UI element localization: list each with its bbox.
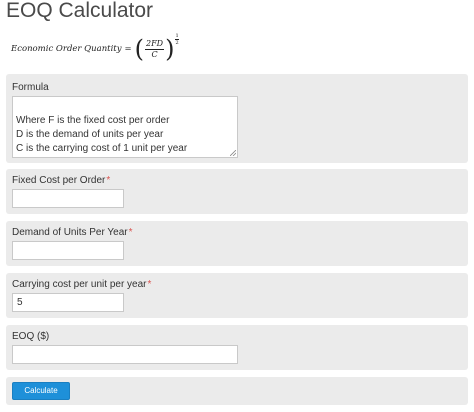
formula-fraction: 2FD C xyxy=(145,38,165,60)
demand-input[interactable] xyxy=(12,241,124,260)
fixed-cost-panel: Fixed Cost per Order* xyxy=(6,169,468,214)
fixed-cost-label: Fixed Cost per Order* xyxy=(12,175,110,186)
page-title: EOQ Calculator xyxy=(6,0,154,22)
formula-textarea[interactable]: Where F is the fixed cost per order D is… xyxy=(12,96,238,158)
required-mark: * xyxy=(147,279,152,290)
formula-exponent-denominator: 2 xyxy=(175,40,179,46)
eoq-result-panel: EOQ ($) xyxy=(6,325,468,370)
formula-denominator: C xyxy=(151,49,158,59)
demand-label: Demand of Units Per Year* xyxy=(12,227,133,238)
demand-label-text: Demand of Units Per Year xyxy=(12,227,128,238)
calculate-button[interactable]: Calculate xyxy=(12,382,70,400)
formula-open-paren: ( xyxy=(134,35,145,63)
resize-grip-icon[interactable] xyxy=(230,150,236,156)
carrying-cost-input[interactable]: 5 xyxy=(12,293,124,312)
formula-lhs: Economic Order Quantity xyxy=(11,44,122,54)
carrying-cost-panel: Carrying cost per unit per year* 5 xyxy=(6,273,468,318)
eoq-label: EOQ ($) xyxy=(12,331,50,342)
formula-label: Formula xyxy=(12,82,49,93)
formula-close-paren: ) xyxy=(165,35,175,63)
carrying-cost-label: Carrying cost per unit per year* xyxy=(12,279,151,290)
formula-equals: = xyxy=(124,44,132,54)
demand-panel: Demand of Units Per Year* xyxy=(6,221,468,266)
formula-numerator: 2FD xyxy=(145,38,165,50)
button-panel: Calculate xyxy=(6,377,468,405)
fixed-cost-input[interactable] xyxy=(12,189,124,208)
eoq-result-input[interactable] xyxy=(12,345,238,364)
formula-text: Where F is the fixed cost per order D is… xyxy=(16,115,188,154)
fixed-cost-label-text: Fixed Cost per Order xyxy=(12,175,106,186)
required-mark: * xyxy=(106,175,111,186)
formula-exponent: 1 2 xyxy=(175,33,179,46)
required-mark: * xyxy=(128,227,133,238)
formula-exponent-numerator: 1 xyxy=(175,33,179,40)
eoq-formula: Economic Order Quantity = ( 2FD C ) 1 2 xyxy=(11,32,179,66)
formula-panel: Formula Where F is the fixed cost per or… xyxy=(6,74,468,163)
carrying-cost-label-text: Carrying cost per unit per year xyxy=(12,279,147,290)
